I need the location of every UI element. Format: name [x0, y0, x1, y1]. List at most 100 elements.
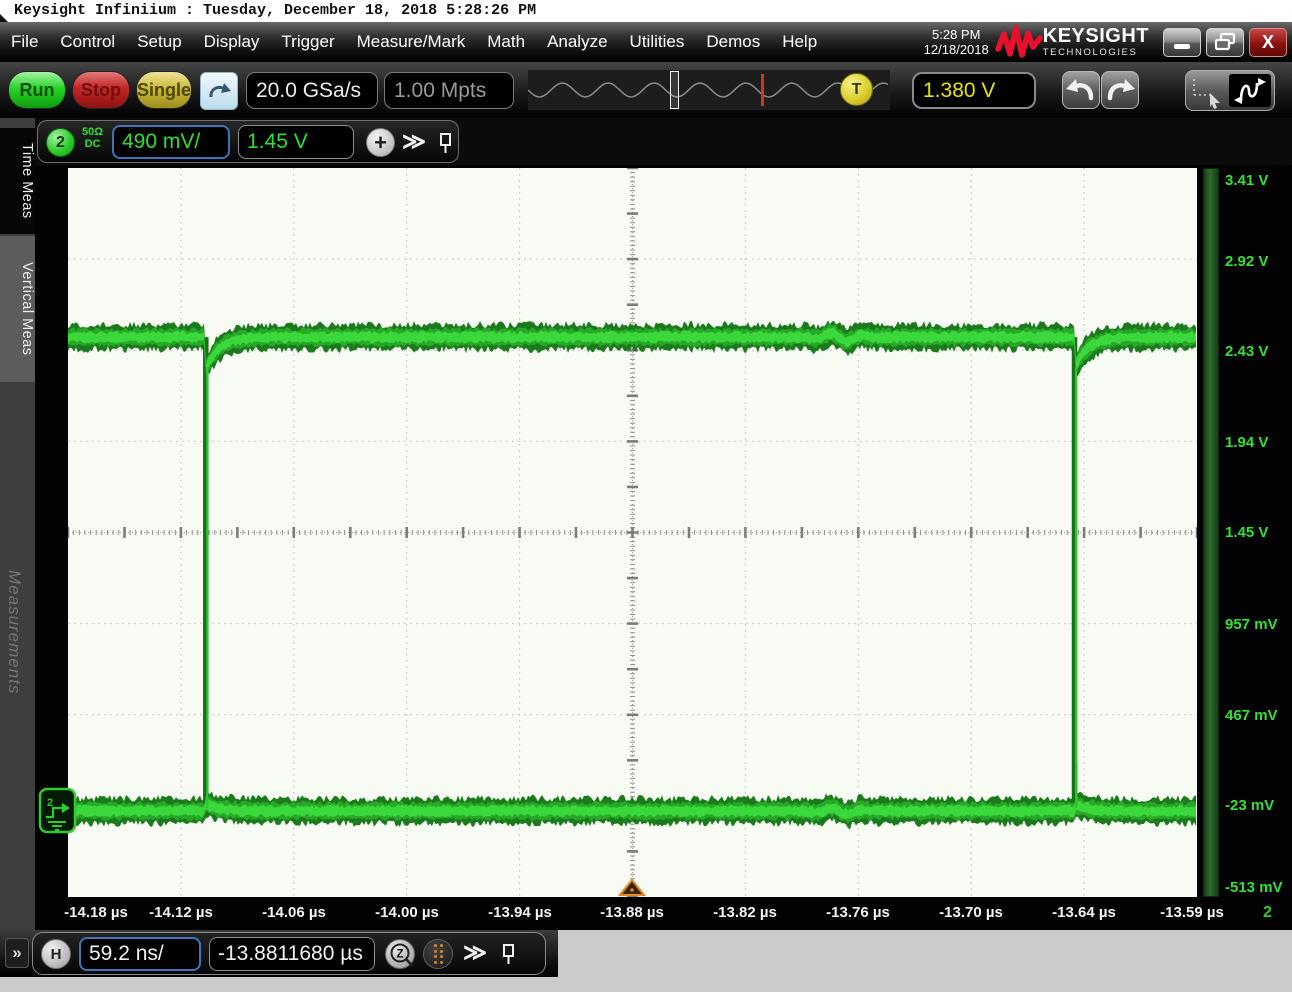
clock: 5:28 PM 12/18/2018 [924, 27, 989, 57]
pin-icon[interactable] [436, 130, 456, 158]
channel-ground-marker[interactable]: 2 [38, 786, 78, 836]
menu-utilities[interactable]: Utilities [619, 22, 696, 62]
close-button[interactable]: X [1249, 28, 1287, 57]
menu-control[interactable]: Control [49, 22, 126, 62]
drag-waveform-tool-button[interactable] [1229, 74, 1271, 107]
voltage-label: 3.41 V [1225, 171, 1268, 191]
timebase-position-box[interactable]: -13.8811680 µs [209, 937, 375, 971]
time-label: -14.18 µs [64, 900, 128, 926]
trigger-time-marker[interactable] [617, 877, 647, 898]
menu-demos[interactable]: Demos [695, 22, 771, 62]
pointer-mode-button[interactable] [1185, 70, 1275, 111]
menu-bar: File Control Setup Display Trigger Measu… [0, 22, 1292, 62]
redo-button[interactable] [1101, 71, 1139, 109]
voltage-label: 2.92 V [1225, 252, 1268, 272]
menu-measure-mark[interactable]: Measure/Mark [346, 22, 477, 62]
measurements-watermark: Measurements [4, 570, 24, 810]
trace-edges [206, 337, 1075, 811]
channel-coupling-label[interactable]: 50Ω DC [82, 126, 103, 150]
time-label: -14.00 µs [375, 900, 439, 926]
chevron-double-icon: ≫ [463, 939, 487, 965]
toolbar: Run Stop Single 20.0 GSa/s 1.00 Mpts T 1… [0, 62, 1292, 118]
channel-bar: 2 50Ω DC 490 mV/ 1.45 V + ≫ [35, 118, 1292, 165]
vertical-offset-box[interactable]: 1.45 V [238, 125, 354, 159]
vertical-scale-box[interactable]: 490 mV/ [112, 125, 230, 159]
memory-depth-box[interactable]: 1.00 Mpts [384, 72, 514, 109]
menu-file[interactable]: File [0, 22, 49, 62]
expand-chevrons-button[interactable]: ≫ [402, 128, 426, 155]
stop-button[interactable]: Stop [72, 71, 130, 109]
undo-icon [1063, 72, 1099, 108]
menu-help[interactable]: Help [771, 22, 828, 62]
chevron-double-icon: ≫ [402, 128, 426, 154]
minimize-button[interactable] [1163, 28, 1201, 57]
cursor-arrow-icon [1186, 71, 1230, 112]
keysight-logo: KEYSIGHT TECHNOLOGIES [995, 24, 1149, 60]
channel-2-button[interactable]: 2 [46, 128, 75, 157]
waveform-display[interactable] [68, 168, 1197, 897]
expand-chevrons-button[interactable]: ≫ [463, 939, 487, 966]
zoom-magnifier-icon: Z [386, 940, 416, 970]
minimize-icon [1174, 44, 1190, 49]
close-icon: X [1262, 32, 1274, 53]
window-title-bar: Keysight Infiniium : Tuesday, December 1… [0, 0, 1292, 22]
time-label: -13.59 µs [1160, 900, 1224, 926]
brand-name: KEYSIGHT [1043, 26, 1149, 46]
tab-vertical-meas[interactable]: Vertical Meas [0, 236, 35, 382]
run-button[interactable]: Run [8, 71, 66, 109]
redo-icon [1102, 72, 1138, 108]
voltage-label: -23 mV [1225, 796, 1274, 816]
voltage-label: 957 mV [1225, 615, 1278, 635]
panel-expand-button[interactable]: » [5, 938, 29, 968]
zoom-button[interactable]: Z [385, 939, 415, 969]
menu-math[interactable]: Math [476, 22, 536, 62]
double-angle-icon: » [12, 943, 21, 963]
tab-time-meas[interactable]: Time Meas [0, 128, 35, 234]
clock-date: 12/18/2018 [924, 42, 989, 57]
voltage-label: -513 mV [1225, 878, 1283, 898]
timebase-scale-box[interactable]: 59.2 ns/ [79, 937, 201, 971]
touch-toggle-button[interactable] [200, 72, 238, 110]
window-title: Keysight Infiniium : Tuesday, December 1… [14, 2, 536, 19]
clock-time: 5:28 PM [924, 27, 989, 42]
voltage-label: 467 mV [1225, 706, 1278, 726]
horizontal-position-preview[interactable] [528, 70, 890, 110]
voltage-label: 2.43 V [1225, 342, 1268, 362]
horizontal-controls-area: » H 59.2 ns/ -13.8811680 µs Z ≫ [0, 930, 558, 977]
restore-button[interactable] [1206, 28, 1244, 57]
time-label: -13.94 µs [488, 900, 552, 926]
voltage-label: 1.45 V [1225, 523, 1268, 543]
time-label: -13.88 µs [600, 900, 664, 926]
preview-slider-handle[interactable] [670, 71, 679, 109]
add-waveform-button[interactable]: + [366, 128, 395, 157]
curved-arrow-icon [204, 76, 234, 106]
channel-2-controls: 2 50Ω DC 490 mV/ 1.45 V + ≫ [37, 120, 459, 163]
scope-display-region: 3.41 V 2.92 V 2.43 V 1.94 V 1.45 V 957 m… [35, 165, 1292, 930]
horizontal-button[interactable]: H [41, 939, 71, 969]
markers-button[interactable] [423, 939, 453, 969]
single-button[interactable]: Single [136, 71, 192, 109]
plus-icon: + [374, 130, 387, 156]
left-sidebar: Time Meas Vertical Meas Measurements [0, 118, 35, 930]
undo-button[interactable] [1062, 71, 1100, 109]
voltage-label: 1.94 V [1225, 433, 1268, 453]
sample-rate-box[interactable]: 20.0 GSa/s [246, 72, 378, 109]
time-label: -14.06 µs [262, 900, 326, 926]
menu-analyze[interactable]: Analyze [536, 22, 618, 62]
menu-trigger[interactable]: Trigger [270, 22, 345, 62]
horizontal-bar: H 59.2 ns/ -13.8811680 µs Z ≫ [32, 932, 546, 975]
channel-2-scale-bar[interactable] [1203, 168, 1219, 897]
restore-icon [1213, 32, 1237, 52]
svg-text:Z: Z [396, 949, 403, 961]
waveform-move-icon [1232, 76, 1268, 106]
menu-display[interactable]: Display [193, 22, 271, 62]
time-label: -13.82 µs [713, 900, 777, 926]
trigger-source-button[interactable]: T [840, 73, 873, 106]
time-label: -13.70 µs [939, 900, 1003, 926]
pin-icon[interactable] [499, 941, 519, 969]
brand-sub: TECHNOLOGIES [1043, 48, 1149, 58]
axis-channel-indicator: 2 [1263, 900, 1272, 926]
menu-setup[interactable]: Setup [126, 22, 192, 62]
trigger-level-box[interactable]: 1.380 V [912, 72, 1036, 109]
bottom-bar: » H 59.2 ns/ -13.8811680 µs Z ≫ [0, 930, 1292, 992]
